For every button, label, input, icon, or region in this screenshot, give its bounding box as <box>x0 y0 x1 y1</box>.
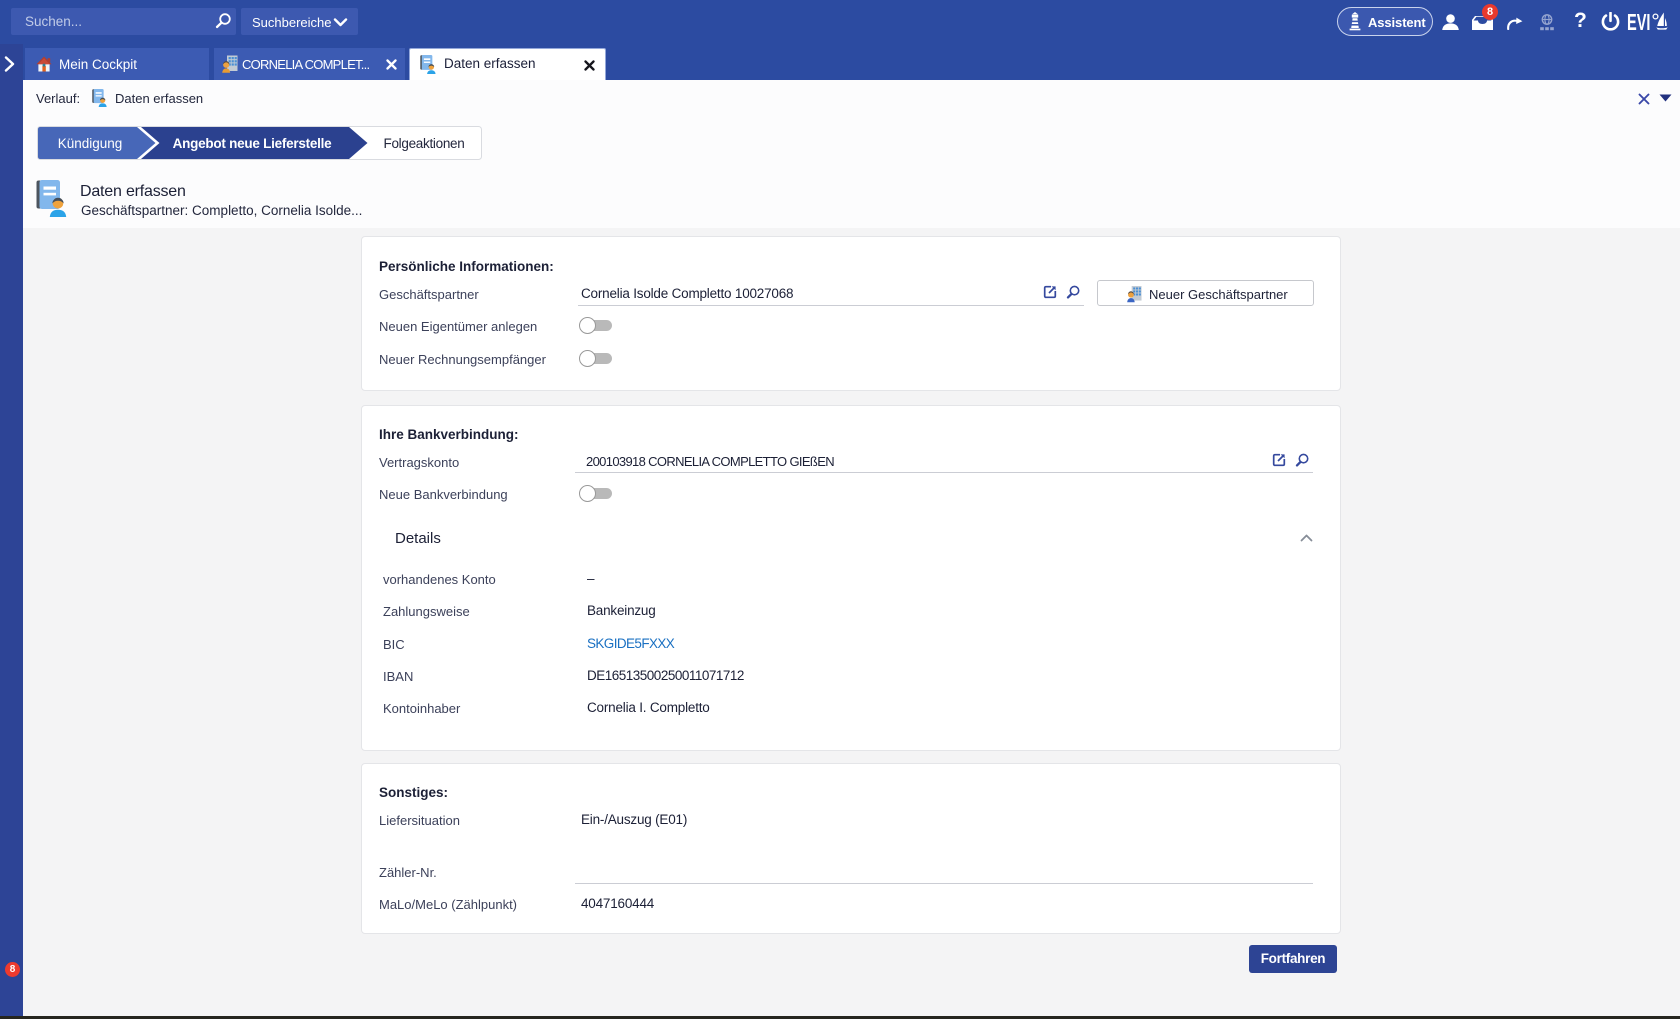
svg-text:Kündigung: Kündigung <box>58 136 123 151</box>
svg-text:Folgeaktionen: Folgeaktionen <box>384 136 465 151</box>
svg-text:Angebot neue Lieferstelle: Angebot neue Lieferstelle <box>173 136 333 151</box>
